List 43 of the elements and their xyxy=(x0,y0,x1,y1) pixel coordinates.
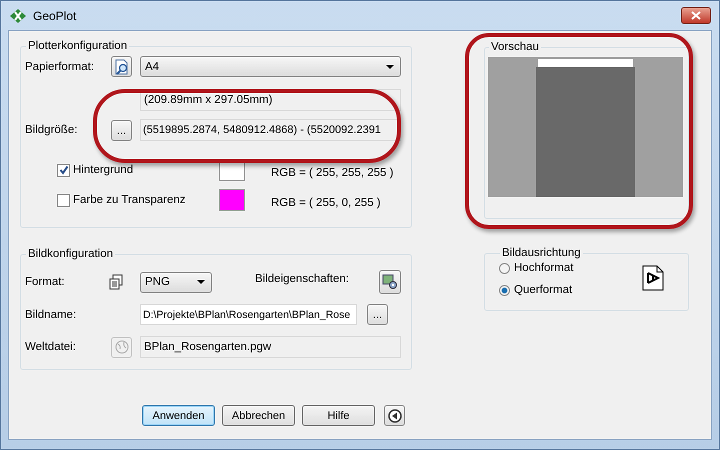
rgb-value: RGB = ( 255, 255, 255 ) xyxy=(271,166,394,179)
rgb-value: RGB = ( 255, 0, 255 ) xyxy=(271,196,382,209)
field-label: Papierformat: xyxy=(25,60,96,72)
globe-icon xyxy=(114,340,128,354)
image-settings-button[interactable] xyxy=(379,270,401,294)
world-file-field[interactable]: BPlan_Rosengarten.pgw xyxy=(140,336,401,358)
radio-button[interactable]: Hochformat xyxy=(499,262,574,274)
check-icon xyxy=(58,165,68,175)
magnifier-page-icon xyxy=(114,58,130,74)
dialog-button[interactable]: Anwenden xyxy=(142,405,215,426)
format-dropdown[interactable]: PNG xyxy=(140,272,212,292)
back-button[interactable] xyxy=(384,405,405,426)
image-name-field[interactable]: D:\Projekte\BPlan\Rosengarten\BPlan_Rose xyxy=(140,304,357,325)
field-label: Bildgröße: xyxy=(25,124,78,136)
field-label: Bildname: xyxy=(25,308,78,320)
window-title: GeoPlot xyxy=(33,8,76,22)
extent-field[interactable]: (5519895.2874, 5480912.4868) - (5520092.2391 xyxy=(140,119,401,141)
field-label: Weltdatei: xyxy=(25,341,77,353)
paper-format-dropdown[interactable]: A4 xyxy=(140,56,401,77)
browse-button[interactable]: ... xyxy=(111,120,132,140)
checkbox[interactable]: Farbe zu Transparenz xyxy=(57,194,193,206)
group-title: Bildausrichtung xyxy=(501,247,582,259)
close-icon xyxy=(691,11,701,20)
caret-icon xyxy=(197,280,205,284)
back-icon xyxy=(388,408,402,422)
documents-icon xyxy=(108,274,124,290)
group-title: Bildkonfiguration xyxy=(27,248,114,260)
group-title: Plotterkonfiguration xyxy=(27,40,128,52)
field-label: Bildeigenschaften: xyxy=(255,273,350,285)
caret-icon xyxy=(386,64,394,68)
page-icon xyxy=(642,264,664,290)
dialog-button[interactable]: Abbrechen xyxy=(222,405,295,426)
group-title: Vorschau xyxy=(490,41,540,53)
paper-preview-button[interactable] xyxy=(111,56,132,77)
browse-button[interactable]: ... xyxy=(367,304,388,325)
color-swatch[interactable] xyxy=(219,189,245,211)
dialog-button[interactable]: Hilfe xyxy=(302,405,375,426)
field-label: Format: xyxy=(25,276,66,288)
image-gear-icon xyxy=(382,274,398,290)
app-logo-icon xyxy=(9,8,27,24)
close-button[interactable] xyxy=(681,7,711,24)
radio-button[interactable]: Querformat xyxy=(499,284,574,296)
checkbox[interactable]: Hintergrund xyxy=(57,164,193,176)
